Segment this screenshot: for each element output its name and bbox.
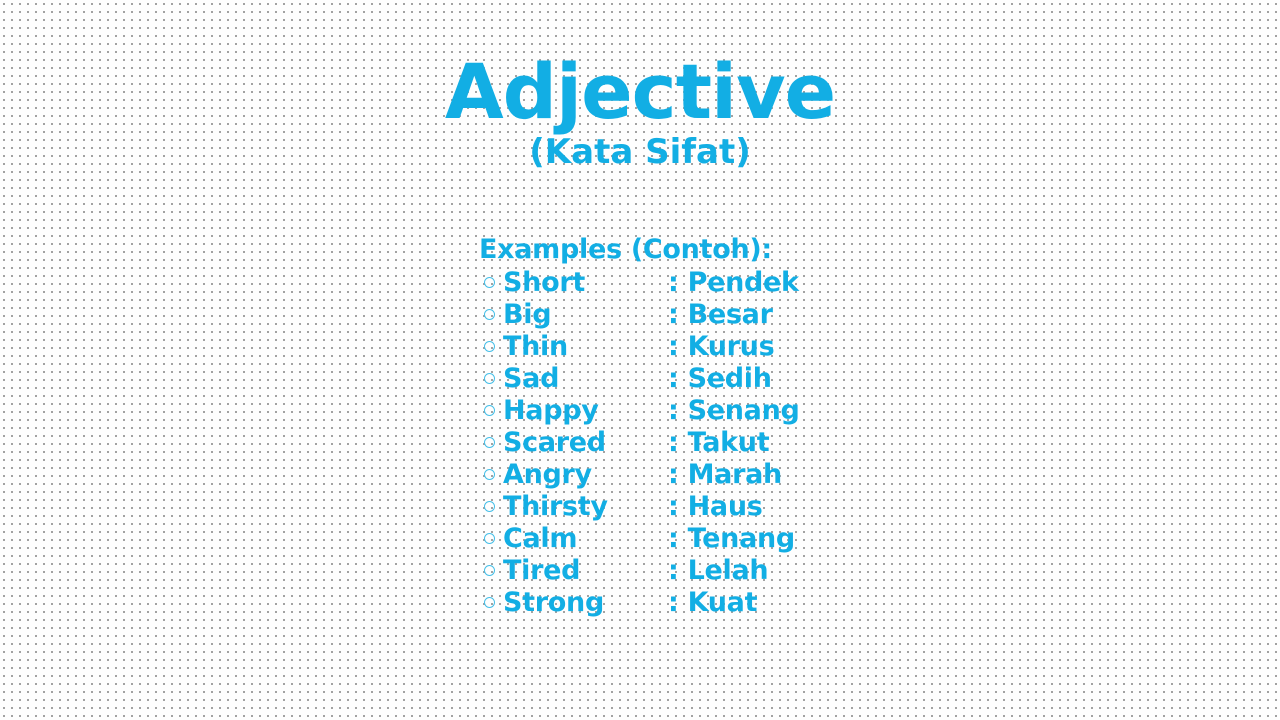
list-item: Thirsty : Haus (479, 491, 800, 523)
term-indonesian: : Sedih (668, 363, 772, 394)
term-english: Happy (503, 395, 599, 426)
term-indonesian: : Kurus (668, 331, 775, 362)
list-item: Sad : Sedih (479, 363, 800, 395)
term-indonesian: : Tenang (668, 523, 795, 554)
bullet-circle-shape (484, 565, 495, 576)
list-item: Tired : Lelah (479, 555, 800, 587)
bullet-circle-shape (484, 373, 495, 384)
page-subtitle: (Kata Sifat) (529, 132, 751, 173)
term-indonesian: : Pendek (668, 267, 799, 298)
list-item: Scared : Takut (479, 427, 800, 459)
examples-list: Short : Pendek Big : Besar Thin : Kurus Sad : S… (479, 267, 800, 619)
list-item: Strong : Kuat (479, 587, 800, 619)
bullet-circle-shape (484, 597, 495, 608)
term-english: Angry (503, 459, 592, 490)
examples-heading: Examples (Contoh): (479, 234, 772, 265)
hollow-circle-bullet-icon (479, 524, 503, 556)
term-english: Calm (503, 523, 578, 554)
list-item: Thin : Kurus (479, 331, 800, 363)
list-item: Angry : Marah (479, 459, 800, 491)
bullet-circle-shape (484, 533, 495, 544)
hollow-circle-bullet-icon (479, 332, 503, 364)
hollow-circle-bullet-icon (479, 428, 503, 460)
list-item: Short : Pendek (479, 267, 800, 299)
term-english: Big (503, 299, 552, 330)
hollow-circle-bullet-icon (479, 268, 503, 300)
term-indonesian: : Senang (668, 395, 800, 426)
bullet-circle-shape (484, 405, 495, 416)
hollow-circle-bullet-icon (479, 396, 503, 428)
term-english: Scared (503, 427, 606, 458)
term-indonesian: : Besar (668, 299, 773, 330)
hollow-circle-bullet-icon (479, 492, 503, 524)
term-english: Thirsty (503, 491, 608, 522)
hollow-circle-bullet-icon (479, 556, 503, 588)
term-indonesian: : Haus (668, 491, 763, 522)
bullet-circle-shape (484, 469, 495, 480)
bullet-circle-shape (484, 501, 495, 512)
term-english: Strong (503, 587, 604, 618)
slide-canvas: Adjective (Kata Sifat) Examples (Contoh)… (0, 0, 1280, 720)
title-block: Adjective (Kata Sifat) (0, 47, 1280, 173)
list-item: Big : Besar (479, 299, 800, 331)
bullet-circle-shape (484, 277, 495, 288)
term-indonesian: : Kuat (668, 587, 758, 618)
term-english: Sad (503, 363, 560, 394)
term-indonesian: : Lelah (668, 555, 769, 586)
term-english: Short (503, 267, 585, 298)
term-english: Tired (503, 555, 581, 586)
hollow-circle-bullet-icon (479, 460, 503, 492)
examples-block: Examples (Contoh): Short : Pendek Big : Bes… (479, 234, 800, 619)
list-item: Happy : Senang (479, 395, 800, 427)
hollow-circle-bullet-icon (479, 588, 503, 620)
hollow-circle-bullet-icon (479, 300, 503, 332)
term-indonesian: : Marah (668, 459, 782, 490)
bullet-circle-shape (484, 437, 495, 448)
hollow-circle-bullet-icon (479, 364, 503, 396)
list-item: Calm : Tenang (479, 523, 800, 555)
term-indonesian: : Takut (668, 427, 770, 458)
page-title: Adjective (444, 47, 836, 136)
term-english: Thin (503, 331, 568, 362)
bullet-circle-shape (484, 309, 495, 320)
bullet-circle-shape (484, 341, 495, 352)
